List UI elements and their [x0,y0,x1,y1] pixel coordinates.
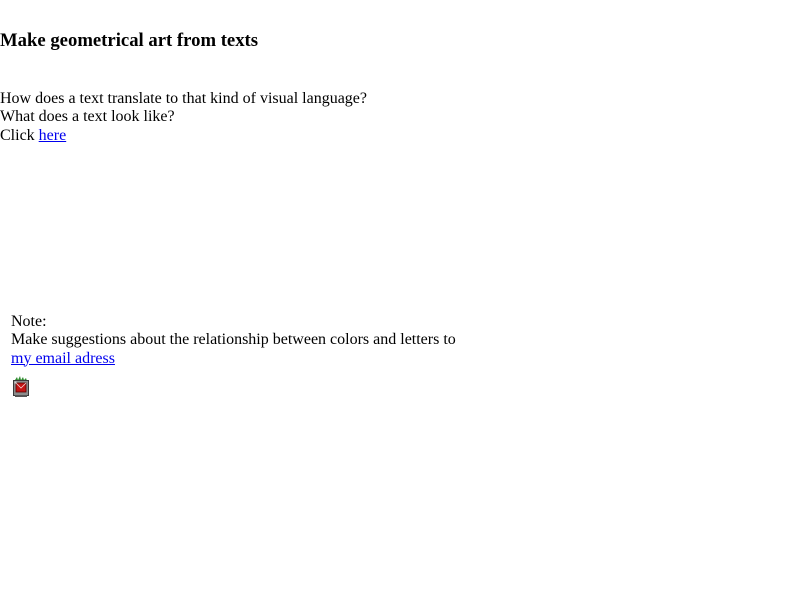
note-section: Note: Make suggestions about the relatio… [11,313,511,368]
note-text: Make suggestions about the relationship … [11,331,456,349]
intro-question-2: What does a text look like? [0,108,175,126]
page-title: Make geometrical art from texts [0,30,259,51]
click-prefix: Click [0,126,39,144]
here-link[interactable]: here [39,127,67,144]
mailbox-icon-graphic [13,376,29,397]
intro-paragraph: How does a text translate to that kind o… [0,90,466,145]
page: Make geometrical art from texts How does… [0,0,800,600]
click-here-line: Click here [0,127,466,145]
intro-question-1: How does a text translate to that kind o… [0,90,368,107]
mailbox-icon[interactable] [12,376,30,397]
email-link[interactable]: my email adress [11,350,115,367]
note-label: Note: [11,313,47,330]
